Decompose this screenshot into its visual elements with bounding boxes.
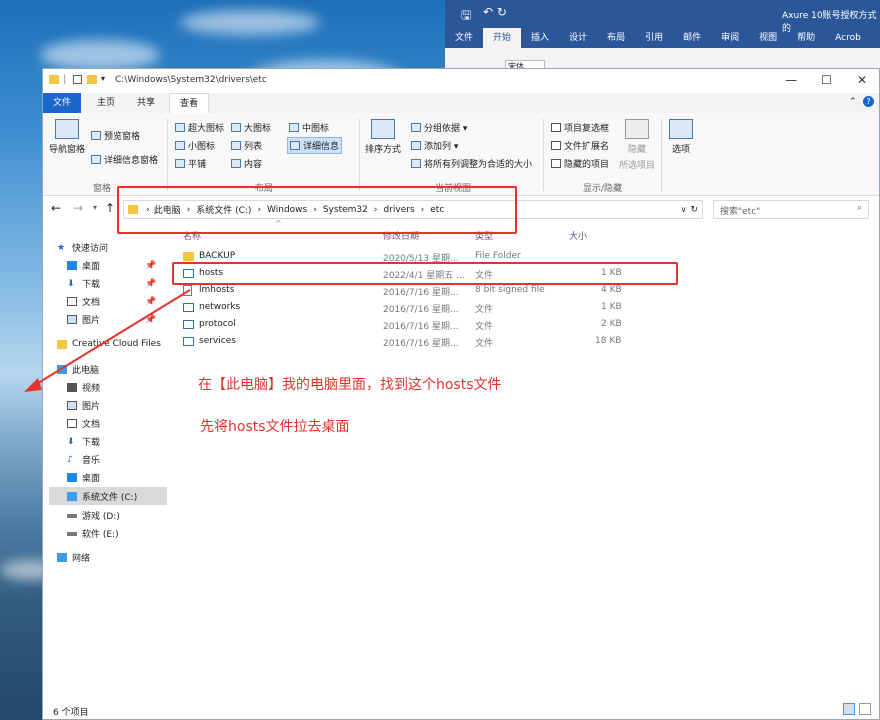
drag-arrow	[24, 289, 191, 392]
annotation-find-hosts: 在【此电脑】我的电脑里面，找到这个hosts文件	[198, 377, 502, 393]
annotation-drag-to-desktop: 先将hosts文件拉去桌面	[200, 419, 350, 435]
